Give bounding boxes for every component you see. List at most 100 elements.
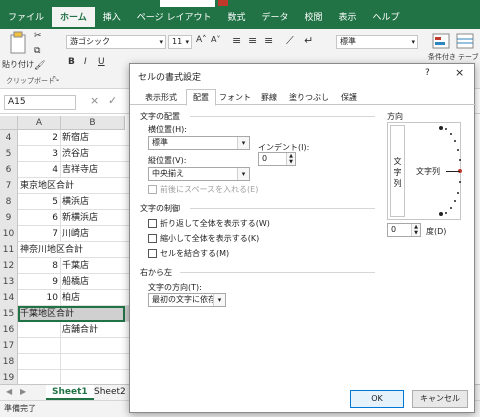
- tab-protection[interactable]: 保護: [334, 90, 364, 105]
- tab-formulas[interactable]: 数式: [219, 7, 253, 29]
- cell-a[interactable]: 神奈川地区合計: [20, 242, 83, 258]
- confirm-entry-icon[interactable]: ✓: [108, 94, 117, 107]
- name-box[interactable]: A15: [4, 95, 76, 110]
- cancel-entry-icon[interactable]: ×: [90, 94, 99, 107]
- paste-button-label[interactable]: 貼り付け: [2, 59, 34, 70]
- cell-a[interactable]: 8: [18, 258, 61, 274]
- cell-b[interactable]: 新宿店: [61, 130, 125, 146]
- underline-button[interactable]: U: [98, 57, 105, 67]
- row-header[interactable]: 14: [0, 290, 18, 306]
- title-search-box[interactable]: [160, 0, 215, 7]
- vertical-align-select[interactable]: 中央揃え ▾: [148, 167, 250, 181]
- row-header[interactable]: 9: [0, 210, 18, 226]
- sheet-tab-2[interactable]: Sheet2: [88, 385, 132, 400]
- cell-b[interactable]: [61, 338, 125, 354]
- cell-a[interactable]: [18, 354, 61, 370]
- format-as-table-label[interactable]: テーブ: [458, 52, 479, 62]
- cell-a[interactable]: 9: [18, 274, 61, 290]
- cell-b[interactable]: 渋谷店: [61, 146, 125, 162]
- cell-a[interactable]: 5: [18, 194, 61, 210]
- copy-icon[interactable]: ⧉: [34, 46, 40, 56]
- cell-a[interactable]: [18, 338, 61, 354]
- row-header[interactable]: 12: [0, 258, 18, 274]
- align-top-icon[interactable]: ≡: [232, 34, 241, 47]
- merge-cells-checkbox[interactable]: セルを結合する(M): [148, 249, 229, 259]
- cell-b[interactable]: [61, 354, 125, 370]
- align-middle-icon[interactable]: ≡: [248, 34, 257, 47]
- format-as-table-icon[interactable]: [456, 33, 476, 49]
- wrap-text-icon[interactable]: ↵: [304, 34, 313, 47]
- sheet-tab-1[interactable]: Sheet1: [46, 385, 94, 400]
- tab-review[interactable]: 校閲: [296, 7, 330, 29]
- tab-border[interactable]: 罫線: [254, 90, 284, 105]
- row-header[interactable]: 4: [0, 130, 18, 146]
- tab-data[interactable]: データ: [253, 7, 296, 29]
- bold-button[interactable]: B: [68, 57, 75, 67]
- tab-number[interactable]: 表示形式: [136, 90, 186, 105]
- clipboard-launcher-icon[interactable]: ⤡: [53, 75, 59, 84]
- cell-a[interactable]: 3: [18, 146, 61, 162]
- cell-b[interactable]: 千葉店: [61, 258, 125, 274]
- row-header[interactable]: 8: [0, 194, 18, 210]
- cell-a[interactable]: 2: [18, 130, 61, 146]
- tab-page-layout[interactable]: ページ レイアウト: [129, 7, 220, 29]
- cancel-button[interactable]: キャンセル: [412, 390, 468, 408]
- cell-b[interactable]: 店舗合計: [61, 322, 125, 338]
- number-format-select[interactable]: 標準 ▾: [336, 35, 418, 49]
- row-header[interactable]: 7: [0, 178, 18, 194]
- italic-button[interactable]: I: [84, 57, 87, 67]
- wrap-text-checkbox[interactable]: 折り返して全体を表示する(W): [148, 219, 270, 229]
- shrink-to-fit-checkbox[interactable]: 縮小して全体を表示する(K): [148, 234, 259, 244]
- row-header[interactable]: 6: [0, 162, 18, 178]
- row-header[interactable]: 10: [0, 226, 18, 242]
- conditional-format-icon[interactable]: [432, 33, 452, 49]
- grow-font-button[interactable]: A˄: [196, 35, 207, 45]
- cell-a[interactable]: 4: [18, 162, 61, 178]
- column-header-b[interactable]: B: [61, 116, 125, 130]
- tab-help[interactable]: ヘルプ: [365, 7, 408, 29]
- degrees-spinner[interactable]: 0 ▲ ▼: [387, 223, 421, 237]
- justify-distributed-checkbox[interactable]: 前後にスペースを入れる(E): [148, 185, 258, 195]
- row-header[interactable]: 17: [0, 338, 18, 354]
- row-header[interactable]: 16: [0, 322, 18, 338]
- orientation-icon[interactable]: ⟋: [286, 34, 294, 48]
- paste-icon[interactable]: [8, 31, 28, 55]
- cell-b[interactable]: 川崎店: [61, 226, 125, 242]
- row-header[interactable]: 5: [0, 146, 18, 162]
- row-header[interactable]: 15: [0, 306, 18, 322]
- cell-b[interactable]: 横浜店: [61, 194, 125, 210]
- next-sheet-icon[interactable]: ▶: [20, 387, 26, 396]
- shrink-font-button[interactable]: A˅: [211, 35, 220, 44]
- row-header[interactable]: 11: [0, 242, 18, 258]
- font-size-select[interactable]: 11 ▾: [168, 35, 192, 49]
- cell-b[interactable]: 柏店: [61, 290, 125, 306]
- vertical-text-option[interactable]: 文字列: [390, 125, 405, 217]
- font-name-select[interactable]: 游ゴシック ▾: [66, 35, 166, 49]
- horizontal-align-select[interactable]: 標準 ▾: [148, 136, 250, 150]
- tab-view[interactable]: 表示: [331, 7, 365, 29]
- orientation-box[interactable]: 文字列 文字列: [387, 122, 463, 220]
- cell-b[interactable]: 船橋店: [61, 274, 125, 290]
- prev-sheet-icon[interactable]: ◀: [6, 387, 12, 396]
- cell-a[interactable]: 6: [18, 210, 61, 226]
- cell-a[interactable]: 東京地区合計: [20, 178, 74, 194]
- cell-b[interactable]: 新横浜店: [61, 210, 125, 226]
- tab-fill[interactable]: 塗りつぶし: [286, 90, 332, 105]
- align-bottom-icon[interactable]: ≡: [264, 34, 273, 47]
- indent-spinner[interactable]: 0 ▲ ▼: [258, 152, 296, 166]
- tab-alignment[interactable]: 配置: [186, 89, 216, 106]
- cut-icon[interactable]: ✂: [34, 31, 42, 41]
- cell-a[interactable]: 7: [18, 226, 61, 242]
- cell-b[interactable]: 吉祥寺店: [61, 162, 125, 178]
- conditional-format-label[interactable]: 条件付き: [428, 52, 456, 62]
- tab-home[interactable]: ホーム: [52, 7, 95, 29]
- ok-button[interactable]: OK: [350, 390, 404, 408]
- cell-a[interactable]: [18, 322, 61, 338]
- row-header[interactable]: 18: [0, 354, 18, 370]
- format-painter-icon[interactable]: 🖌: [34, 61, 45, 71]
- row-header[interactable]: 13: [0, 274, 18, 290]
- column-header-a[interactable]: A: [18, 116, 61, 130]
- cell-a[interactable]: 10: [18, 290, 61, 306]
- text-direction-select[interactable]: 最初の文字に依存 ▾: [148, 293, 226, 307]
- close-icon[interactable]: ×: [455, 66, 464, 79]
